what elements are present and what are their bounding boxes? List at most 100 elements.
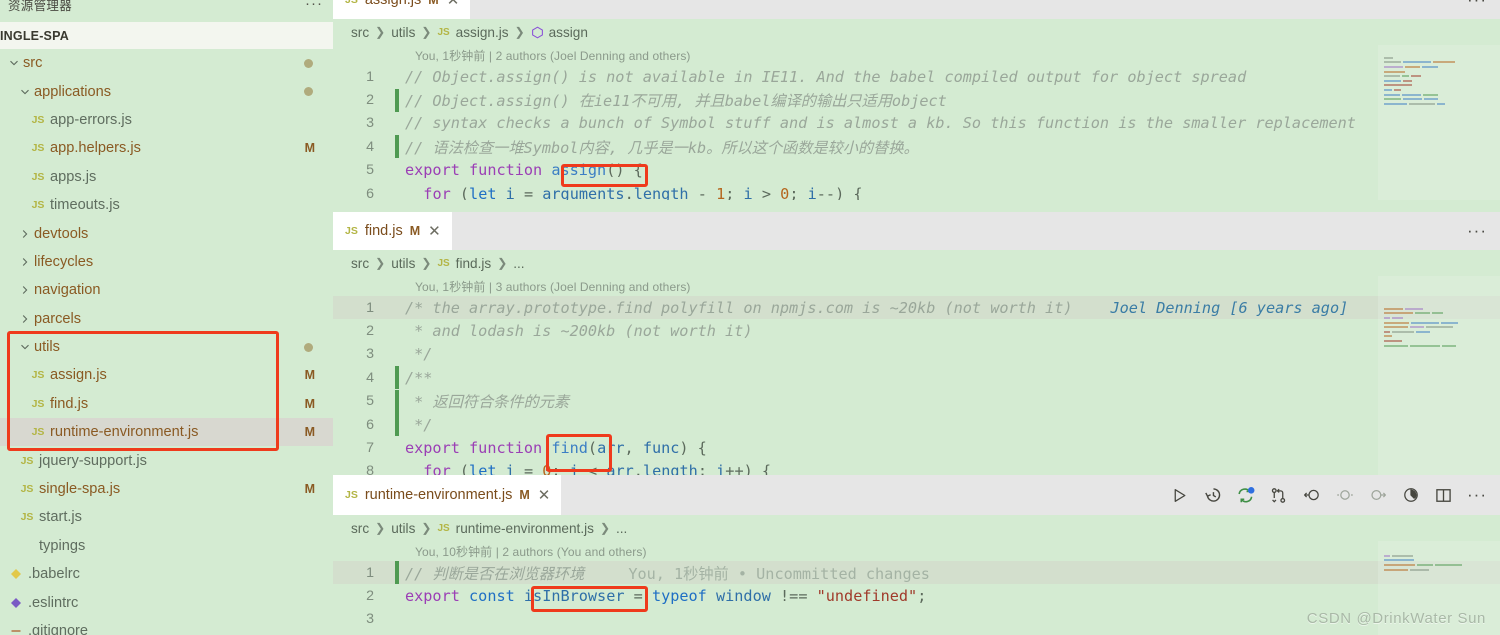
breadcrumb-runtime[interactable]: src ❯ utils ❯ JS runtime-environment.js …	[333, 515, 1500, 541]
breadcrumb-item[interactable]: src	[351, 256, 369, 271]
tree-item-runtime-environment-js[interactable]: JS runtime-environment.js M	[0, 418, 333, 446]
explorer-more-icon[interactable]: ···	[305, 0, 323, 9]
tree-item-assign-js[interactable]: JS assign.js M	[0, 361, 333, 389]
tree-item-start-js[interactable]: JS start.js	[0, 503, 333, 531]
code-line[interactable]: 3 // syntax checks a bunch of Symbol stuf…	[333, 112, 1500, 135]
tab-dirty-badge: M	[519, 488, 529, 502]
more-actions-icon[interactable]: ···	[1467, 0, 1487, 4]
code-line[interactable]: 6 */	[333, 413, 1500, 436]
chevron-right-icon[interactable]	[17, 257, 32, 267]
tree-item-single-spa-js[interactable]: JS single-spa.js M	[0, 475, 333, 503]
tree-item-parcels[interactable]: parcels	[0, 305, 333, 333]
tree-item-label: jquery-support.js	[37, 453, 147, 469]
tab-assign-js[interactable]: JS assign.js M ✕	[333, 0, 470, 19]
breadcrumb-symbol[interactable]: assign	[531, 25, 588, 40]
timeline-history-icon[interactable]	[1203, 486, 1222, 505]
tree-item--babelrc[interactable]: .babelrc	[0, 560, 333, 588]
chevron-right-icon[interactable]	[17, 229, 32, 239]
breadcrumb-overflow[interactable]: ...	[616, 521, 627, 536]
code-line[interactable]: 7 export function find(arr, func) {	[333, 436, 1500, 459]
code-line[interactable]: 3 */	[333, 343, 1500, 366]
go-back-circle-icon[interactable]	[1302, 486, 1321, 505]
tree-item-apps-js[interactable]: JS apps.js	[0, 163, 333, 191]
minimap-find[interactable]	[1378, 276, 1500, 496]
breadcrumb-item[interactable]: src	[351, 25, 369, 40]
close-icon[interactable]: ✕	[428, 222, 441, 240]
change-dot-indicator	[304, 59, 313, 68]
tree-item-label: typings	[37, 538, 85, 554]
line-number: 2	[333, 323, 385, 339]
code-line[interactable]: 2 // Object.assign() 在ie11不可用, 并且babel编译的…	[333, 88, 1500, 111]
breadcrumb-item[interactable]: find.js	[456, 256, 492, 271]
line-number: 6	[333, 186, 385, 200]
source-control-icon[interactable]	[1269, 486, 1288, 505]
code-line[interactable]: 5 export function assign() {	[333, 159, 1500, 182]
code-line[interactable]: 2 export const isInBrowser = typeof windo…	[333, 584, 1500, 607]
line-number: 3	[333, 115, 385, 131]
tree-item-src[interactable]: src	[0, 49, 333, 77]
breadcrumb-item[interactable]: src	[351, 521, 369, 536]
file-tree[interactable]: src applications JS app-errors.js JS app.help…	[0, 49, 333, 635]
tree-item-label: start.js	[37, 509, 82, 525]
code-line[interactable]: 1 /* the array.prototype.find polyfill on…	[333, 296, 1500, 319]
breadcrumb-item[interactable]: runtime-environment.js	[456, 521, 594, 536]
tab-find-js[interactable]: JS find.js M ✕	[333, 212, 452, 250]
code-area-assign[interactable]: You, 1秒钟前 | 2 authors (Joel Denning and …	[333, 45, 1500, 200]
more-actions-icon[interactable]: ···	[1467, 491, 1487, 499]
tree-item-label: utils	[32, 339, 60, 355]
code-line[interactable]: 1 // 判断是否在浏览器环境 You, 1秒钟前 • Uncommitted ch…	[333, 561, 1500, 584]
code-area-find[interactable]: You, 1秒钟前 | 3 authors (Joel Denning and …	[333, 276, 1500, 496]
chevron-down-icon[interactable]	[17, 342, 32, 352]
line-number: 7	[333, 440, 385, 456]
more-actions-icon[interactable]: ···	[1467, 227, 1487, 235]
tree-item-app-errors-js[interactable]: JS app-errors.js	[0, 106, 333, 134]
breadcrumb-overflow[interactable]: ...	[513, 256, 524, 271]
tab-runtime-environment-js[interactable]: JS runtime-environment.js M ✕	[333, 475, 561, 515]
tree-item-lifecycles[interactable]: lifecycles	[0, 248, 333, 276]
pie-clock-icon[interactable]	[1401, 486, 1420, 505]
code-line[interactable]: 4 /**	[333, 366, 1500, 389]
tree-item-devtools[interactable]: devtools	[0, 219, 333, 247]
chevron-down-icon[interactable]	[17, 87, 32, 97]
tree-item-typings[interactable]: typings	[0, 532, 333, 560]
breadcrumb-item[interactable]: assign.js	[456, 25, 509, 40]
modified-badge: M	[305, 482, 315, 496]
line-number: 4	[333, 139, 385, 155]
tree-item-timeouts-js[interactable]: JS timeouts.js	[0, 191, 333, 219]
live-sync-icon[interactable]	[1236, 486, 1255, 505]
tabbar-find: JS find.js M ✕ ···	[333, 212, 1500, 250]
chevron-down-icon[interactable]	[6, 58, 21, 68]
minimap-assign[interactable]	[1378, 45, 1500, 200]
tree-item-app-helpers-js[interactable]: JS app.helpers.js M	[0, 134, 333, 162]
chevron-right-icon[interactable]	[17, 314, 32, 324]
code-line[interactable]: 1 // Object.assign() is not available in …	[333, 65, 1500, 88]
tree-item--eslintrc[interactable]: .eslintrc	[0, 588, 333, 616]
split-editor-icon[interactable]	[1434, 486, 1453, 505]
circle-forward-icon	[1368, 486, 1387, 505]
tree-item-label: runtime-environment.js	[48, 424, 198, 440]
chevron-right-icon[interactable]	[17, 285, 32, 295]
code-line[interactable]: 5 * 返回符合条件的元素	[333, 390, 1500, 413]
tree-item-jquery-support-js[interactable]: JS jquery-support.js	[0, 446, 333, 474]
breadcrumb-item[interactable]: utils	[391, 25, 415, 40]
breadcrumb-find[interactable]: src ❯ utils ❯ JS find.js ❯ ...	[333, 250, 1500, 276]
breadcrumb-assign[interactable]: src ❯ utils ❯ JS assign.js ❯ assign	[333, 19, 1500, 45]
breadcrumb-symbol-label: assign	[549, 25, 588, 40]
tree-item-utils[interactable]: utils	[0, 333, 333, 361]
project-root-header[interactable]: INGLE-SPA	[0, 22, 333, 49]
tree-item-navigation[interactable]: navigation	[0, 276, 333, 304]
run-play-icon[interactable]	[1170, 486, 1189, 505]
breadcrumb-item[interactable]: utils	[391, 521, 415, 536]
chevron-right-icon: ❯	[375, 256, 385, 270]
close-icon[interactable]: ✕	[538, 486, 551, 504]
code-line[interactable]: 6 for (let i = arguments.length - 1; i >…	[333, 182, 1500, 200]
tree-item--gitignore[interactable]: .gitignore	[0, 617, 333, 635]
close-icon[interactable]: ✕	[447, 0, 460, 9]
breadcrumb-item[interactable]: utils	[391, 256, 415, 271]
tab-title: find.js	[365, 223, 403, 239]
code-line[interactable]: 2 * and lodash is ~200kb (not worth it)	[333, 319, 1500, 342]
tree-item-applications[interactable]: applications	[0, 77, 333, 105]
minimap-line	[1384, 547, 1494, 550]
tree-item-find-js[interactable]: JS find.js M	[0, 390, 333, 418]
code-line[interactable]: 4 // 语法检查一堆Symbol内容, 几乎是一kb。所以这个函数是较小的替换。	[333, 135, 1500, 158]
